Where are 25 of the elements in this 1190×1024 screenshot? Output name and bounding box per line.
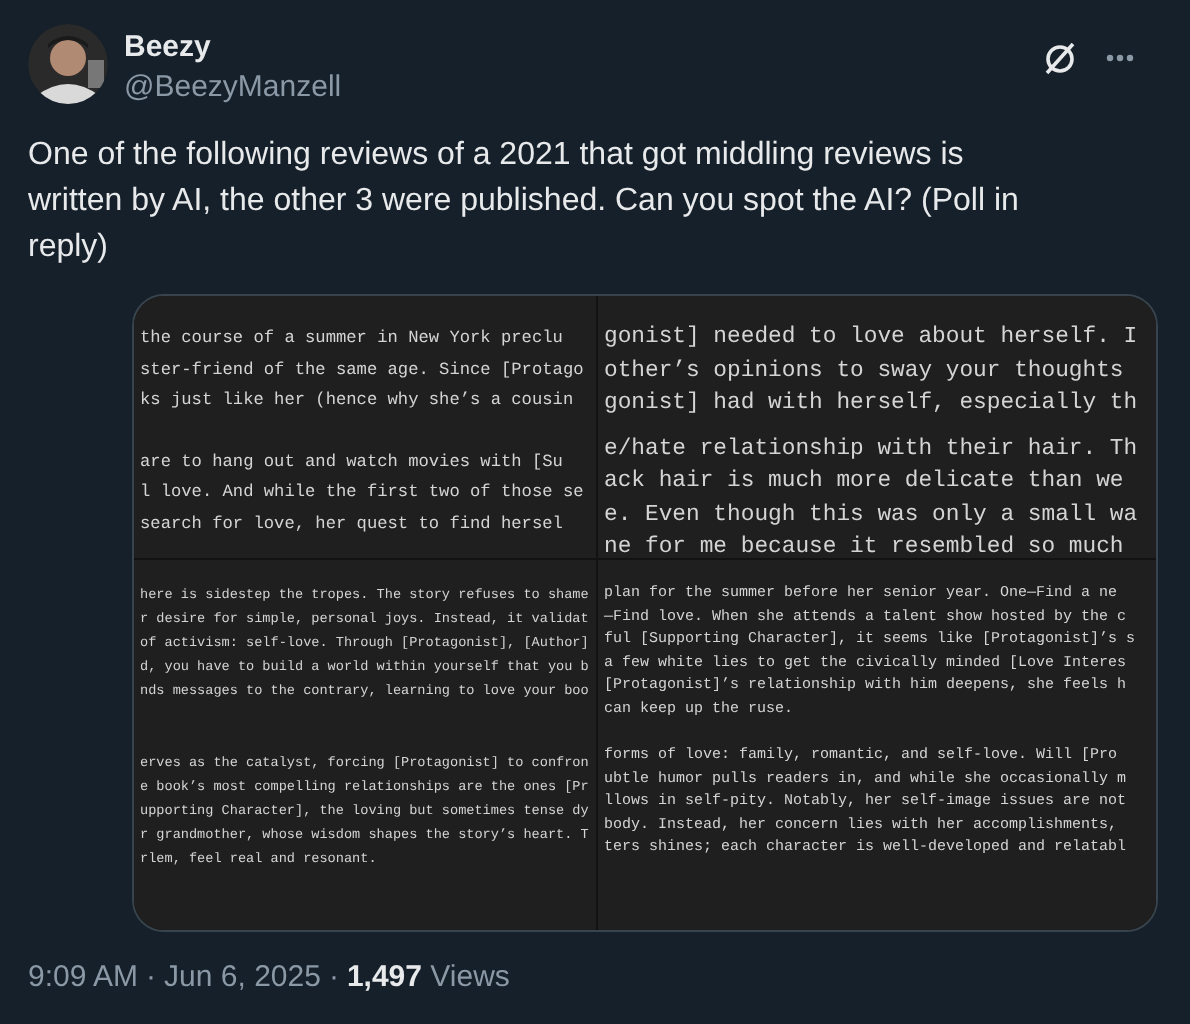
- views-count: 1,497: [346, 960, 422, 994]
- author-handle[interactable]: @BeezyManzell: [124, 68, 342, 108]
- review-text-line: are to hang out and watch movies with [Su: [140, 449, 563, 475]
- post-image[interactable]: [132, 294, 1158, 932]
- review-text-line: ks just like her (hence why she’s a cousin: [140, 388, 574, 414]
- review-text-line: gonist] needed to love about herself. I: [604, 323, 1138, 354]
- author-name[interactable]: Beezy: [124, 28, 342, 68]
- separator-dot: ·: [146, 958, 157, 998]
- review-text-line: gonist] had with herself, especially th: [604, 389, 1138, 420]
- review-text-line: ack hair is much more delicate than we: [604, 467, 1124, 498]
- post-text: One of the following reviews of a 2021 that got middling reviews is written by AI, the other 3 were published. Can you spot the AI? (Poll in reply): [28, 136, 1021, 268]
- review-text-line: search for love, her quest to find hersel: [140, 511, 563, 537]
- review-text-line: l love. And while the first two of those se: [140, 480, 584, 506]
- review-text-line: e. Even though this was only a small wa: [604, 501, 1138, 531]
- review-text-line: other’s opinions to sway your thoughts: [604, 357, 1124, 387]
- post-time[interactable]: 9:09 AM: [28, 956, 139, 1001]
- review-text-line: e/hate relationship with their hair. Th: [604, 435, 1138, 465]
- review-text-line: ster-friend of the same age. Since [Protago: [140, 357, 584, 383]
- views-label: Views: [430, 960, 510, 994]
- review-text-line: the course of a summer in New York preclu: [140, 326, 563, 352]
- slashed-circle-icon[interactable]: [1042, 40, 1078, 76]
- separator-dot: ·: [328, 958, 339, 998]
- more-icon[interactable]: [1106, 54, 1134, 62]
- review-text-line: ne for me because it resembled so much: [604, 533, 1124, 558]
- post-date[interactable]: Jun 6, 2025: [164, 956, 321, 1001]
